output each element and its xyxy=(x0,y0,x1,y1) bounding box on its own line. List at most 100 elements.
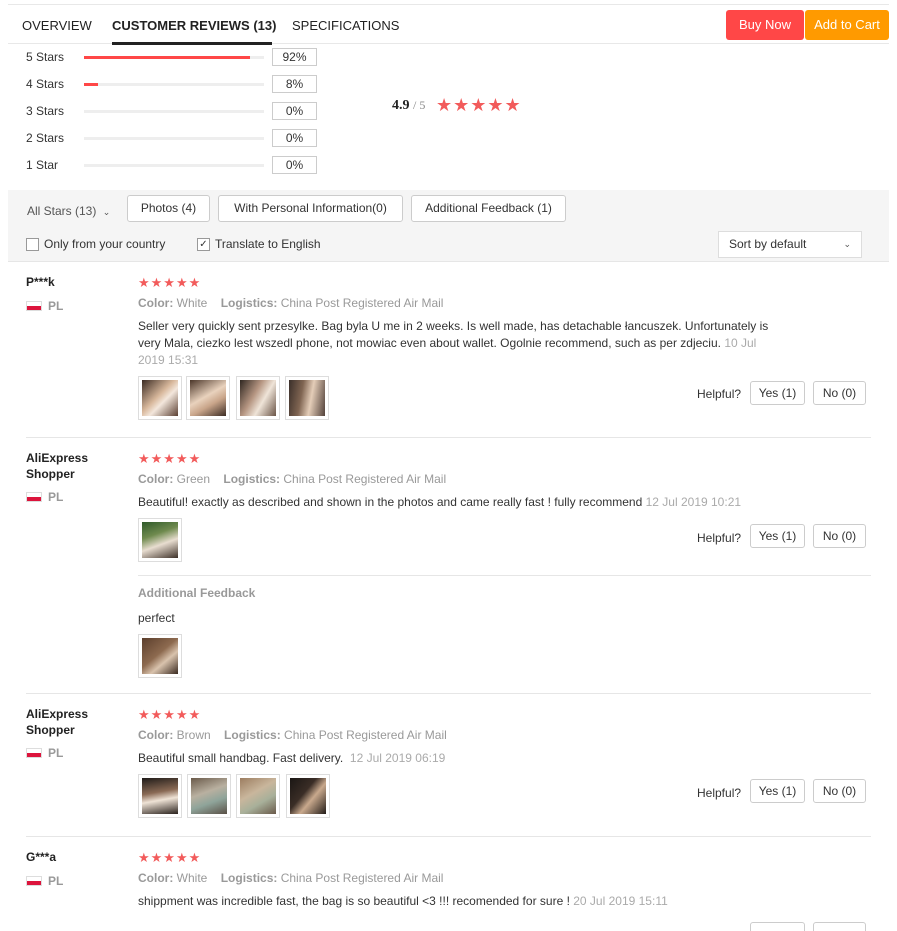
histogram-percent: 0% xyxy=(272,156,317,174)
review-photo-thumbnail[interactable] xyxy=(138,774,182,818)
logistics-label: Logistics: xyxy=(223,472,281,486)
histogram-percent: 0% xyxy=(272,129,317,147)
helpful-no-button[interactable] xyxy=(813,922,866,931)
review-color: Green xyxy=(176,472,211,486)
histogram-fill xyxy=(84,56,250,59)
histogram-percent: 0% xyxy=(272,102,317,120)
review-photo-thumbnail[interactable] xyxy=(138,518,182,562)
helpful-label: Helpful? xyxy=(697,531,742,545)
review-logistics: China Post Registered Air Mail xyxy=(280,871,444,885)
review-color: White xyxy=(176,871,208,885)
poland-flag-icon xyxy=(26,492,42,502)
review-color: Brown xyxy=(176,728,211,742)
poland-flag-icon xyxy=(26,748,42,758)
average-rating: 4.9 / 5 xyxy=(392,98,425,114)
rating-max: / 5 xyxy=(413,98,426,112)
rating-score: 4.9 xyxy=(392,98,410,113)
review-color: White xyxy=(176,296,208,310)
average-star-icons: ★★★★★ xyxy=(436,95,522,115)
review-photo-thumbnail[interactable] xyxy=(286,774,330,818)
color-label: Color: xyxy=(138,728,174,742)
chevron-down-icon: ⌄ xyxy=(102,207,111,217)
review-date: 20 Jul 2019 15:11 xyxy=(573,894,668,908)
review-logistics: China Post Registered Air Mail xyxy=(280,296,444,310)
review-photo-thumbnail[interactable] xyxy=(285,376,329,420)
review-photo-thumbnail[interactable] xyxy=(138,376,182,420)
review-star-icons: ★★★★★ xyxy=(138,275,202,290)
review-star-icons: ★★★★★ xyxy=(138,451,202,466)
review-photo-thumbnail[interactable] xyxy=(186,376,230,420)
sort-dropdown[interactable]: Sort by default ⌄ xyxy=(718,231,862,258)
review-divider xyxy=(26,693,871,694)
active-tab-indicator xyxy=(112,42,272,45)
helpful-no-button[interactable]: No (0) xyxy=(813,779,866,803)
review-meta: Color: White Logistics: China Post Regis… xyxy=(138,871,443,885)
review-meta: Color: Green Logistics: China Post Regis… xyxy=(138,472,446,486)
review-divider xyxy=(26,437,871,438)
reviewer-country: PL xyxy=(48,490,64,504)
helpful-no-button[interactable]: No (0) xyxy=(813,524,866,548)
chevron-down-icon: ⌄ xyxy=(843,239,851,249)
photos-filter-button[interactable]: Photos (4) xyxy=(127,195,210,222)
add-to-cart-button[interactable]: Add to Cart xyxy=(805,10,889,40)
translate-label: Translate to English xyxy=(215,237,321,251)
additional-feedback-text: perfect xyxy=(138,611,175,625)
tab-overview[interactable]: OVERVIEW xyxy=(22,18,92,33)
only-country-checkbox[interactable] xyxy=(26,238,39,251)
review-date: 12 Jul 2019 10:21 xyxy=(645,495,742,509)
review-text: Beautiful! exactly as described and show… xyxy=(138,495,643,509)
helpful-label: Helpful? xyxy=(697,786,742,800)
review-logistics: China Post Registered Air Mail xyxy=(284,728,447,742)
histogram-label: 5 Stars xyxy=(26,50,65,64)
buy-now-button[interactable]: Buy Now xyxy=(726,10,804,40)
tab-customer-reviews[interactable]: CUSTOMER REVIEWS (13) xyxy=(112,18,276,33)
histogram-label: 4 Stars xyxy=(26,77,65,91)
histogram-label: 1 Star xyxy=(26,158,59,172)
review-photo-thumbnail[interactable] xyxy=(236,376,280,420)
review-text: shippment was incredible fast, the bag i… xyxy=(138,894,570,908)
reviewer-country: PL xyxy=(48,746,64,760)
sort-label: Sort by default xyxy=(729,237,807,251)
helpful-yes-button[interactable]: Yes (1) xyxy=(750,524,805,548)
helpful-no-button[interactable]: No (0) xyxy=(813,381,866,405)
product-tab-bar: OVERVIEW CUSTOMER REVIEWS (13) SPECIFICA… xyxy=(8,4,889,45)
reviewer-name: AliExpress Shopper xyxy=(26,451,89,481)
only-country-label: Only from your country xyxy=(44,237,166,251)
color-label: Color: xyxy=(138,296,174,310)
review-meta: Color: White Logistics: China Post Regis… xyxy=(138,296,443,310)
histogram-bar xyxy=(84,137,264,140)
color-label: Color: xyxy=(138,871,174,885)
color-label: Color: xyxy=(138,472,174,486)
histogram-percent: 92% xyxy=(272,48,317,66)
reviewer-country: PL xyxy=(48,874,64,888)
additional-feedback-divider xyxy=(138,575,871,576)
all-stars-dropdown[interactable]: All Stars (13) ⌄ xyxy=(27,204,110,218)
review-star-icons: ★★★★★ xyxy=(138,850,202,865)
poland-flag-icon xyxy=(26,876,42,886)
helpful-yes-button[interactable] xyxy=(750,922,805,931)
additional-feedback-title: Additional Feedback xyxy=(138,586,256,600)
personal-info-filter-button[interactable]: With Personal Information(0) xyxy=(218,195,403,222)
helpful-yes-button[interactable]: Yes (1) xyxy=(750,381,805,405)
logistics-label: Logistics: xyxy=(220,871,278,885)
histogram-bar xyxy=(84,164,264,167)
helpful-yes-button[interactable]: Yes (1) xyxy=(750,779,805,803)
review-photo-thumbnail[interactable] xyxy=(187,774,231,818)
review-text-block: shippment was incredible fast, the bag i… xyxy=(138,893,838,910)
review-text-block: Beautiful small handbag. Fast delivery. … xyxy=(138,750,778,767)
review-divider xyxy=(26,836,871,837)
review-text: Seller very quickly sent przesylke. Bag … xyxy=(138,319,769,350)
tab-specifications[interactable]: SPECIFICATIONS xyxy=(292,18,399,33)
review-date: 12 Jul 2019 06:19 xyxy=(349,751,446,765)
histogram-percent: 8% xyxy=(272,75,317,93)
additional-feedback-filter-button[interactable]: Additional Feedback (1) xyxy=(411,195,566,222)
review-photo-thumbnail[interactable] xyxy=(236,774,280,818)
translate-checkbox[interactable]: ✓ xyxy=(197,238,210,251)
checkmark-icon: ✓ xyxy=(199,239,208,250)
review-text-block: Seller very quickly sent przesylke. Bag … xyxy=(138,318,778,369)
logistics-label: Logistics: xyxy=(220,296,278,310)
review-text: Beautiful small handbag. Fast delivery. xyxy=(138,751,344,765)
review-star-icons: ★★★★★ xyxy=(138,707,202,722)
reviewer-name: AliExpress Shopper xyxy=(26,707,89,737)
review-photo-thumbnail[interactable] xyxy=(138,634,182,678)
